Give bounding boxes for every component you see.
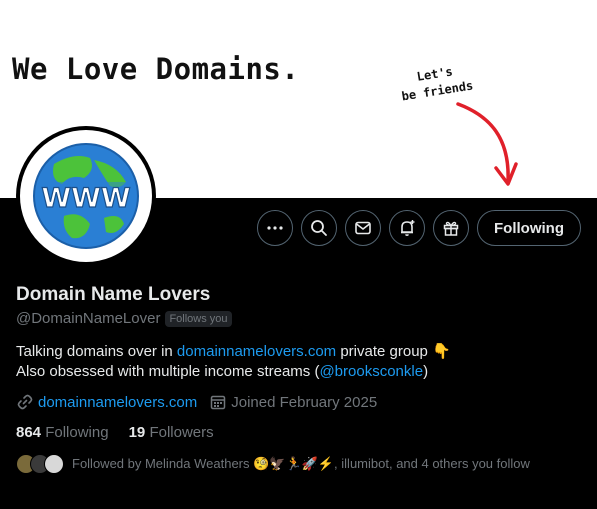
profile-actions: Following	[257, 210, 581, 246]
website-link[interactable]: domainnamelovers.com	[38, 394, 197, 411]
follows-you-badge: Follows you	[165, 310, 232, 327]
profile-meta: domainnamelovers.com Joined February 202…	[16, 393, 389, 411]
globe-icon: WWW	[20, 130, 152, 262]
bio-text: Talking domains over in	[16, 343, 177, 360]
link-icon	[17, 394, 33, 410]
following-count-link[interactable]: 864 Following	[16, 424, 109, 441]
notify-icon	[401, 220, 415, 236]
bio-mention[interactable]: @brooksconkle	[319, 363, 423, 380]
followed-by-row[interactable]: Followed by Melinda Weathers 🧐🦅🏃🚀⚡, illu…	[16, 454, 530, 474]
followers-count: 19	[128, 424, 146, 441]
followed-by-text: Followed by Melinda Weathers 🧐🦅🏃🚀⚡, illu…	[72, 456, 530, 471]
mutual-avatars	[16, 454, 64, 474]
handle-row: @DomainNameLover Follows you	[16, 310, 232, 327]
search-icon	[311, 220, 327, 236]
red-arrow-icon	[456, 102, 518, 186]
more-icon	[267, 226, 283, 230]
bio-link[interactable]: domainnamelovers.com	[177, 343, 336, 360]
message-icon	[355, 221, 371, 235]
follow-counts: 864 Following 19 Followers	[16, 424, 214, 441]
avatar-www-text: WWW	[41, 183, 130, 214]
following-count: 864	[16, 424, 42, 441]
banner-title: We Love Domains.	[12, 52, 300, 86]
following-label: Following	[45, 424, 109, 441]
gift-button[interactable]	[433, 210, 470, 246]
profile-handle: @DomainNameLover	[16, 310, 161, 327]
bio-text: private group 👇	[336, 343, 451, 360]
bio-line-2: Also obsessed with multiple income strea…	[16, 362, 451, 382]
website-item: domainnamelovers.com	[16, 393, 197, 411]
gift-icon	[443, 221, 459, 236]
joined-date: Joined February 2025	[231, 393, 378, 411]
notify-button[interactable]	[389, 210, 426, 246]
bio-line-1: Talking domains over in domainnamelovers…	[16, 342, 451, 362]
message-button[interactable]	[345, 210, 382, 246]
bio-text: Also obsessed with multiple income strea…	[16, 363, 320, 380]
followers-count-link[interactable]: 19 Followers	[129, 424, 214, 441]
following-button[interactable]: Following	[477, 210, 581, 246]
profile-avatar[interactable]: WWW	[16, 126, 156, 266]
more-button[interactable]	[257, 210, 294, 246]
mutual-avatar	[44, 454, 64, 474]
search-button[interactable]	[301, 210, 338, 246]
calendar-icon	[211, 395, 226, 410]
bio-text: )	[423, 363, 429, 380]
followers-label: Followers	[149, 424, 214, 441]
profile-name: Domain Name Lovers	[16, 284, 211, 305]
joined-item: Joined February 2025	[209, 393, 377, 411]
profile-bio: Talking domains over in domainnamelovers…	[16, 342, 451, 382]
